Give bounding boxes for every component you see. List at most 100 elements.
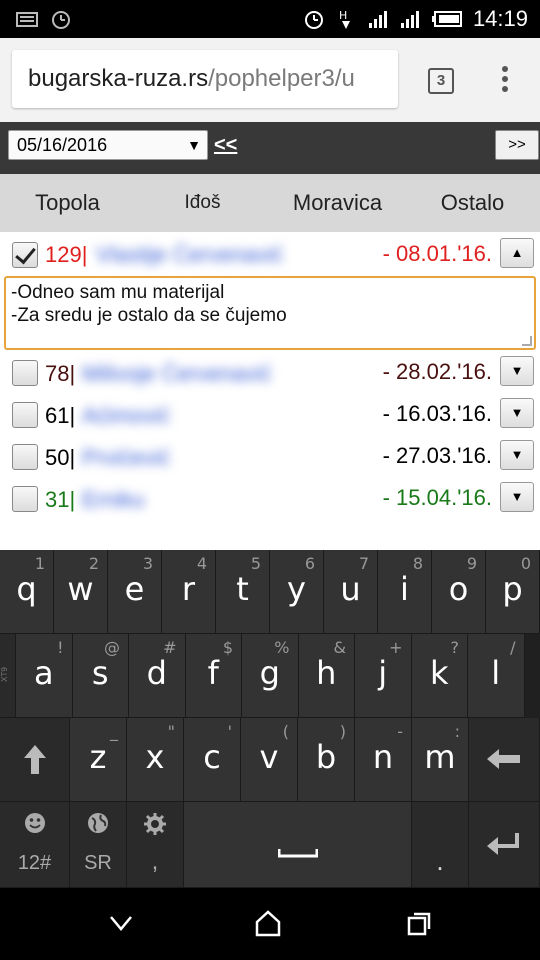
key-s[interactable]: s @: [72, 634, 129, 718]
key-p-hint: 0: [520, 554, 531, 573]
key-m[interactable]: m:: [412, 718, 469, 802]
home-icon[interactable]: [254, 908, 282, 938]
back-icon[interactable]: [108, 908, 134, 938]
shift-icon: [24, 745, 46, 774]
soft-keyboard: q 1 w 2 e 3 r 4 t 5 y 6 u 7 i 8 o 9 p 0 XT9 a! s @ d # f $ g% h & j + k? l…: [0, 550, 540, 888]
period-key[interactable]: .: [412, 802, 469, 888]
checkbox[interactable]: [12, 444, 38, 470]
item-number: 61|: [45, 403, 76, 428]
keyboard-icon: [16, 12, 38, 27]
url-field[interactable]: bugarska-ruza.rs/pophelper3/u: [12, 50, 398, 108]
space-bar-icon: [278, 849, 318, 858]
screen: { "status_bar": { "time": "14:19", "icon…: [0, 0, 540, 960]
key-k[interactable]: k?: [411, 634, 468, 718]
key-l-label: l: [491, 654, 501, 692]
expand-button[interactable]: ▼: [500, 356, 534, 386]
tab-moravica[interactable]: Moravica: [270, 174, 405, 232]
symbols-key[interactable]: 12#: [0, 802, 70, 888]
recent-apps-icon[interactable]: [406, 908, 434, 938]
tab-switcher-button[interactable]: 3: [428, 68, 454, 94]
key-c[interactable]: c ': [184, 718, 241, 802]
key-o[interactable]: o9: [432, 550, 486, 634]
key-v[interactable]: v(: [241, 718, 298, 802]
clock: 14:19: [472, 6, 528, 31]
enter-icon: [487, 833, 519, 855]
list-item: 31| Erniku - 15.04.'16. ▼: [0, 479, 540, 519]
key-j-label: j: [378, 654, 388, 692]
key-f[interactable]: f $: [185, 634, 242, 718]
key-q-hint: 1: [34, 554, 45, 573]
date-toolbar: 05/16/2016 ▼ << >>: [0, 122, 540, 174]
key-t[interactable]: t5: [216, 550, 270, 634]
item-number: 31|: [45, 487, 76, 512]
language-key[interactable]: SR: [70, 802, 127, 888]
overflow-menu-icon[interactable]: [500, 66, 510, 96]
key-h[interactable]: h &: [298, 634, 355, 718]
tab-idos[interactable]: Iđoš: [135, 174, 270, 232]
period-key-label: .: [436, 846, 444, 876]
key-e[interactable]: e3: [108, 550, 162, 634]
key-x[interactable]: x ": [127, 718, 184, 802]
key-b-hint: ): [339, 722, 346, 741]
enter-key[interactable]: [469, 802, 540, 888]
key-y-hint: 6: [304, 554, 315, 573]
note-textarea[interactable]: -Odneo sam mu materijal -Za sredu je ost…: [4, 276, 536, 350]
key-i[interactable]: i8: [378, 550, 432, 634]
tab-topola[interactable]: Topola: [0, 174, 135, 232]
checkbox[interactable]: [12, 486, 38, 512]
comma-key-label: ,: [151, 848, 159, 875]
item-name: Erniku: [82, 487, 145, 512]
checkbox[interactable]: [12, 402, 38, 428]
collapse-button[interactable]: ▲: [500, 238, 534, 268]
key-g[interactable]: g%: [242, 634, 299, 718]
url-path: /pophelper3/u: [208, 65, 355, 92]
key-u[interactable]: u7: [324, 550, 378, 634]
key-t-hint: 5: [250, 554, 261, 573]
key-p[interactable]: p0: [486, 550, 540, 634]
expand-button[interactable]: ▼: [500, 440, 534, 470]
key-y[interactable]: y6: [270, 550, 324, 634]
key-b[interactable]: b): [298, 718, 355, 802]
key-g-hint: %: [274, 638, 290, 657]
key-u-hint: 7: [358, 554, 369, 573]
previous-link[interactable]: <<: [214, 134, 237, 157]
key-d[interactable]: d #: [129, 634, 186, 718]
key-a[interactable]: a!: [16, 634, 73, 718]
xt9-label: XT9: [0, 667, 9, 682]
expand-button[interactable]: ▼: [500, 398, 534, 428]
date-select-value: 05/16/2016: [17, 135, 108, 155]
key-s-label: s: [91, 654, 109, 692]
checkbox[interactable]: [12, 242, 38, 268]
key-z[interactable]: z _: [70, 718, 127, 802]
data-transfer-icon: H: [339, 9, 350, 29]
resize-grip-icon[interactable]: [522, 336, 532, 346]
next-button[interactable]: >>: [495, 130, 539, 160]
key-n[interactable]: n-: [355, 718, 412, 802]
list-item: 78| Milivoje Ćervenavić - 28.02.'16. ▼: [0, 353, 540, 393]
key-j[interactable]: j +: [355, 634, 412, 718]
key-q-label: q: [16, 570, 37, 608]
key-l-hint: /: [510, 638, 516, 657]
key-r[interactable]: r4: [162, 550, 216, 634]
list-item: 61| Aćimović - 16.03.'16. ▼: [0, 395, 540, 435]
key-t-label: t: [236, 570, 249, 608]
key-l[interactable]: l /: [468, 634, 525, 718]
expand-button[interactable]: ▼: [500, 482, 534, 512]
comma-key[interactable]: ,: [127, 802, 184, 888]
navigation-bar: [0, 888, 540, 960]
shift-key[interactable]: [0, 718, 70, 802]
list-item: 50| Prvićević - 27.03.'16. ▼: [0, 437, 540, 477]
backspace-key[interactable]: [469, 718, 540, 802]
tab-ostalo[interactable]: Ostalo: [405, 174, 540, 232]
space-key[interactable]: [184, 802, 412, 888]
list-item: 129| Vlastije Ćervenavić - 08.01.'16. ▲: [0, 236, 540, 276]
key-q[interactable]: q1: [0, 550, 54, 634]
alarm-clock-icon: [304, 11, 323, 29]
item-number: 129|: [45, 242, 88, 267]
checkbox[interactable]: [12, 360, 38, 386]
svg-text:H: H: [339, 9, 347, 22]
symbols-key-label: 12#: [17, 852, 52, 874]
key-w[interactable]: w2: [54, 550, 108, 634]
item-number: 78|: [45, 361, 76, 386]
date-select[interactable]: 05/16/2016 ▼: [8, 130, 208, 160]
